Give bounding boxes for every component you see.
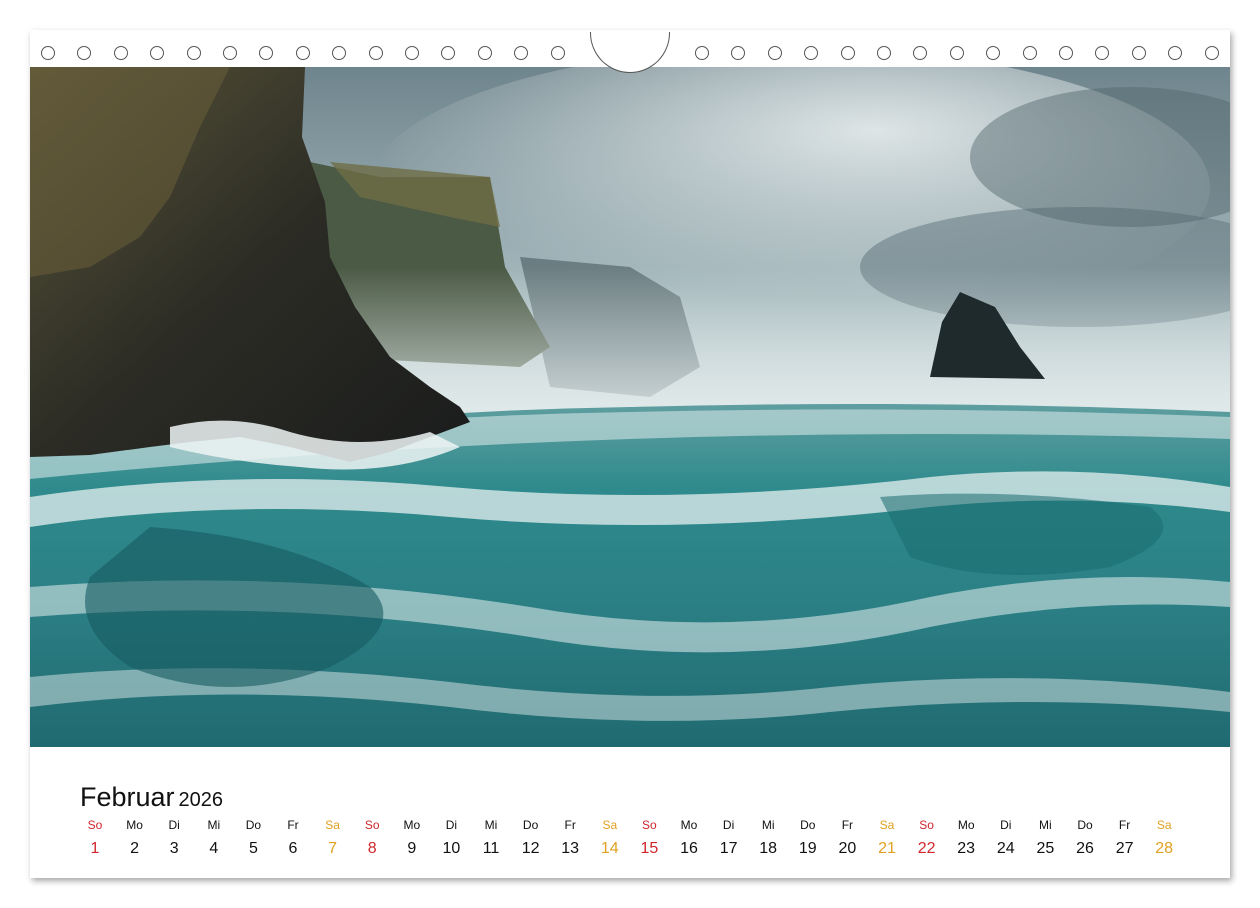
binding-ring [150, 46, 165, 60]
day-number: 5 [248, 840, 258, 857]
day-of-week-label: Mi [484, 818, 498, 832]
day-of-week-label: So [642, 818, 657, 832]
day-of-week-label: Do [800, 818, 816, 832]
day-number: 8 [367, 840, 377, 857]
day-number: 9 [407, 840, 417, 857]
day-of-week-label: Mo [957, 818, 975, 832]
binding-ring [695, 46, 709, 60]
day-number: 21 [878, 840, 896, 857]
day-number: 16 [680, 840, 698, 857]
binding-ring [441, 46, 456, 60]
calendar-photo [30, 67, 1230, 747]
day-of-week-label: Di [168, 818, 180, 832]
binding-ring [877, 46, 891, 60]
day-number: 25 [1036, 840, 1055, 857]
day-number: 4 [209, 840, 219, 857]
month-name: Februar [80, 782, 175, 812]
day-number: 24 [996, 840, 1015, 857]
day-of-week-label: Di [722, 818, 735, 832]
binding-ring [295, 46, 310, 60]
month-title: Februar 2026 [80, 782, 223, 813]
binding-ring [1022, 46, 1037, 60]
binding-ring [477, 46, 492, 60]
day-of-week-label: Di [1000, 818, 1012, 832]
day-number: 12 [521, 840, 540, 857]
day-number: 2 [130, 840, 140, 857]
binding-ring [840, 46, 855, 60]
binding-ring [41, 46, 55, 60]
day-number: 27 [1115, 840, 1134, 857]
binding-ring [368, 46, 383, 60]
day-number: 1 [90, 840, 100, 857]
day-number: 14 [600, 840, 619, 857]
binding-ring [77, 46, 92, 60]
binding-ring [949, 46, 964, 60]
day-of-week-label: So [364, 818, 380, 832]
day-number: 11 [482, 840, 500, 857]
day-of-week-label: Sa [602, 818, 618, 832]
day-of-week-label: Sa [325, 818, 340, 832]
binding-ring [731, 46, 746, 60]
binding-ring [332, 46, 347, 60]
calendar-page: Februar 2026 So 1 Mo 2 Di 3 Mi 4 Do 5 Fr 6 Sa 7 So 8 Mo 9 D… [30, 30, 1230, 878]
day-of-week-label: Sa [1156, 818, 1172, 832]
binding-ring [550, 46, 565, 60]
day-of-week-label: Mo [126, 818, 143, 832]
day-number: 6 [288, 840, 298, 857]
binding-ring [1204, 46, 1219, 60]
day-number: 20 [838, 840, 857, 857]
day-number: 22 [917, 840, 936, 857]
day-number: 23 [957, 840, 976, 857]
day-number: 19 [798, 840, 817, 857]
binding-ring [223, 46, 237, 60]
day-of-week-label: Mi [1039, 818, 1052, 832]
binding-ring [1131, 46, 1146, 60]
month-year: 2026 [178, 789, 224, 811]
day-of-week-label: Sa [879, 818, 895, 832]
day-of-week-label: Mo [680, 818, 698, 832]
binding-ring [405, 46, 419, 60]
day-number: 17 [719, 840, 738, 857]
binding-ring [913, 46, 928, 60]
binding-ring [1059, 46, 1073, 60]
day-of-week-label: Mi [207, 818, 221, 832]
day-of-week-label: Di [445, 818, 458, 832]
day-of-week-label: Do [245, 818, 262, 832]
day-grid: So 1 Mo 2 Di 3 Mi 4 Do 5 Fr 6 Sa 7 So 8 Mo 9 Di 10 Mi 11 Do 12 F… [76, 818, 1228, 868]
day-number: 15 [640, 840, 659, 857]
binding-ring [767, 46, 782, 60]
binding-ring [113, 46, 128, 60]
day-of-week-label: Fr [564, 818, 576, 832]
day-number: 7 [328, 840, 338, 857]
binding-ring [259, 46, 274, 60]
binding-ring [186, 46, 201, 60]
day-of-week-label: Fr [287, 818, 299, 832]
day-of-week-label: Fr [841, 818, 854, 832]
binding-ring [986, 46, 1001, 60]
day-of-week-label: So [919, 818, 934, 832]
day-of-week-label: Do [1077, 818, 1093, 832]
binding-ring [1168, 46, 1183, 60]
binding-ring [514, 46, 529, 60]
day-number: 10 [442, 840, 461, 857]
day-of-week-label: So [87, 818, 103, 832]
day-number: 18 [759, 840, 778, 857]
day-number: 28 [1155, 840, 1174, 857]
day-of-week-label: Mi [761, 818, 775, 832]
day-number: 3 [169, 840, 179, 857]
binding-ring [804, 46, 819, 60]
day-number: 13 [561, 840, 580, 857]
day-number: 26 [1076, 840, 1094, 857]
day-of-week-label: Mo [403, 818, 421, 832]
binding-ring [1095, 46, 1110, 60]
day-of-week-label: Fr [1118, 818, 1131, 832]
day-of-week-label: Do [522, 818, 539, 832]
